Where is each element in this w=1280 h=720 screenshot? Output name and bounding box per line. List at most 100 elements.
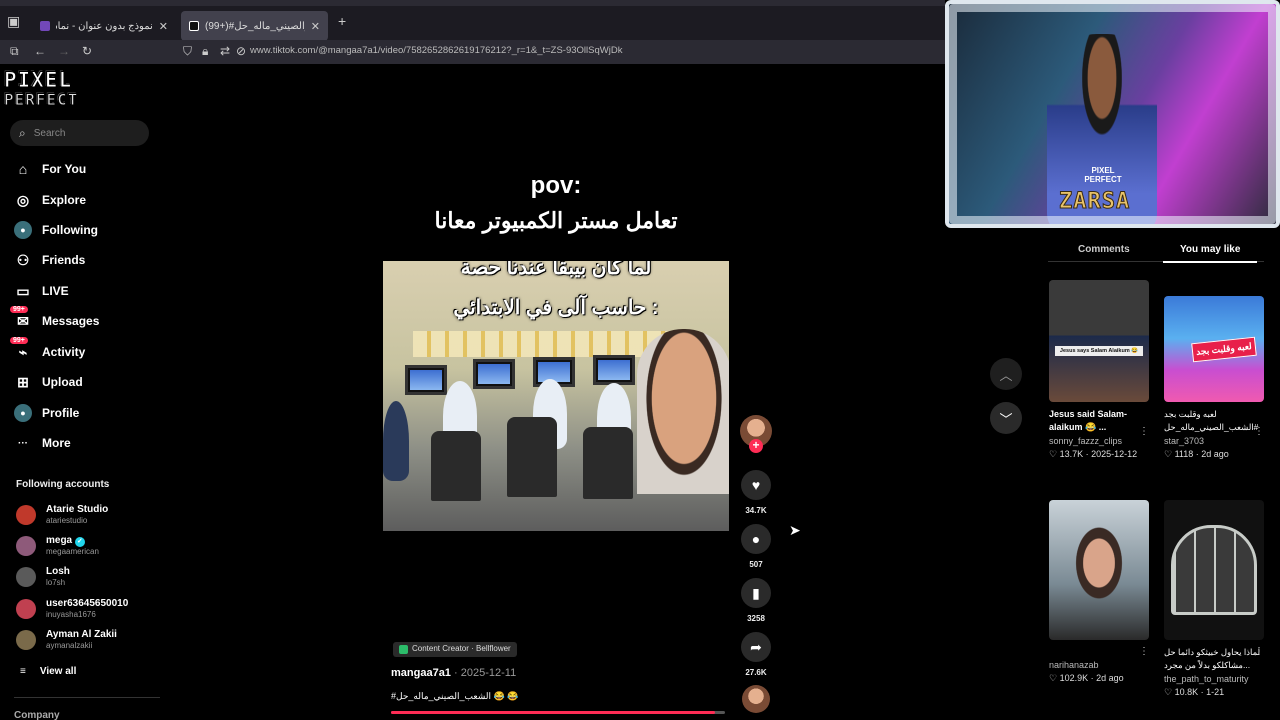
sidebar-item-more[interactable]: ··· More [14, 432, 71, 454]
logo-line-2: PERFECT [4, 90, 79, 110]
thumbnail-text: Jesus says Salam Alaikum 😂 [1055, 346, 1143, 356]
search-icon: ⌕ [19, 125, 26, 140]
comment-count: 507 [749, 560, 763, 569]
account-item[interactable]: user63645650010 inuyasha1676 [16, 598, 128, 620]
permissions-icon[interactable]: ⇄ [220, 44, 230, 58]
account-item[interactable]: Atarie Studio atariestudio [16, 504, 108, 526]
more-options-icon[interactable]: ⋮ [1254, 646, 1264, 657]
forward-icon[interactable]: → [58, 44, 70, 58]
more-options-icon[interactable]: ⋮ [1139, 646, 1149, 657]
sidebar-item-friends[interactable]: ⚇ Friends [14, 249, 86, 271]
card-title: Jesus said Salam-alaikum 😂 ... [1049, 409, 1128, 432]
recommended-video-card[interactable]: ⋮ narihanazab ♡ 102.9K · 2d ago [1049, 500, 1153, 684]
tab-comments[interactable]: Comments [1078, 244, 1130, 255]
recommended-video-card[interactable]: ⋮ لماذا يحاول خبيثكو دائما حل مشاكلكو بد… [1164, 500, 1268, 698]
card-likes: 1118 [1174, 449, 1194, 459]
sidebar-item-profile[interactable]: ● Profile [14, 402, 79, 424]
mouse-cursor-icon: ➤ [789, 522, 801, 538]
sidebar-item-following[interactable]: ● Following [14, 219, 98, 241]
creator-avatar-button[interactable]: + [739, 415, 773, 453]
sidebar-item-label: Explore [42, 193, 87, 207]
close-tab-icon[interactable]: ✕ [311, 20, 320, 33]
recommended-video-card[interactable]: Jesus says Salam Alaikum 😂 ⋮ Jesus said … [1049, 280, 1153, 460]
sidebar-item-label: Activity [42, 345, 86, 359]
bookmark-icon: ▮ [741, 578, 771, 608]
account-handle: atariestudio [46, 516, 88, 525]
account-item[interactable]: Ayman Al Zakii aymanalzakii [16, 629, 117, 651]
next-video-button[interactable]: ﹀ [990, 402, 1022, 434]
lock-icon[interactable]: 🔒︎ [202, 44, 208, 59]
content-creator-tag[interactable]: Content Creator · Bellflower [393, 642, 517, 657]
logo-line-1: PIXEL [4, 68, 73, 92]
post-date: 2025-12-11 [460, 667, 517, 679]
new-tab-icon[interactable]: + [338, 13, 346, 29]
account-handle: inuyasha1676 [46, 610, 96, 619]
sidebar-item-for-you[interactable]: ⌂ For You [14, 158, 86, 180]
sidebar-item-explore[interactable]: ◎ Explore [14, 189, 86, 211]
sidebar-item-label: Following [42, 223, 98, 237]
account-handle: megaamerican [46, 547, 99, 556]
tab-label: (99+)#الشعب_الصيني_ماله_حل [205, 20, 305, 32]
chair [431, 431, 481, 501]
friends-icon: ⚇ [16, 251, 30, 268]
address-bar[interactable]: www.tiktok.com/@mangaa7a1/video/75826528… [250, 45, 622, 56]
streamer-webcam: PIXEL PERFECT ZARSA [945, 0, 1280, 228]
card-date: 1-21 [1206, 687, 1225, 697]
more-options-icon[interactable]: ⋮ [1254, 426, 1264, 437]
account-item[interactable]: Losh lo7sh [16, 566, 70, 588]
share-button[interactable]: ➦ 27.6K [739, 632, 773, 677]
shield-icon[interactable]: ⛉ [183, 44, 192, 59]
view-all-button[interactable]: ≡ View all [20, 666, 76, 677]
comment-button[interactable]: ● 507 [739, 524, 773, 569]
upload-icon: ⊞ [17, 373, 29, 390]
tiktok-favicon-icon [189, 21, 199, 31]
card-date: 2025-12-12 [1091, 449, 1138, 459]
sidebar-toggle-icon[interactable]: ⧉ [10, 44, 19, 59]
account-handle: aymanalzakii [46, 641, 93, 650]
like-button[interactable]: ♥ 34.7K [739, 470, 773, 515]
profile-icon: ● [14, 404, 32, 422]
sidebar-item-upload[interactable]: ⊞ Upload [14, 371, 83, 393]
sound-avatar-button[interactable] [739, 685, 773, 713]
previous-video-button[interactable]: ︿ [990, 358, 1022, 390]
computer-monitor [405, 365, 447, 395]
video-progress-bar[interactable] [391, 711, 725, 714]
save-button[interactable]: ▮ 3258 [739, 578, 773, 623]
sidebar-item-messages[interactable]: ✉ 99+ Messages [10, 306, 100, 332]
company-heading[interactable]: Company [14, 710, 60, 720]
account-name: Losh [46, 566, 70, 577]
card-date: 2d ago [1201, 449, 1229, 459]
camera-off-icon[interactable]: ⊘ [236, 44, 246, 58]
thumbnail-text: لعبه وقلبت بجد [1191, 336, 1257, 363]
video-thumbnail: لعبه وقلبت بجد [1164, 296, 1264, 402]
more-options-icon[interactable]: ⋮ [1139, 426, 1149, 437]
video-author[interactable]: mangaa7a1 · 2025-12-11 [391, 667, 516, 679]
sidebar-item-live[interactable]: ▭ LIVE [14, 280, 68, 302]
reload-icon[interactable]: ↻ [82, 44, 92, 58]
sidebar-item-label: Messages [42, 314, 100, 328]
save-count: 3258 [747, 614, 765, 623]
back-icon[interactable]: ← [34, 44, 46, 58]
computer-monitor [593, 355, 635, 385]
browser-tab-tiktok[interactable]: (99+)#الشعب_الصيني_ماله_حل ✕ [181, 11, 328, 41]
pixel-perfect-logo[interactable]: PIXEL PERFECT [4, 68, 112, 114]
video-thumbnail [1049, 500, 1149, 640]
search-input[interactable]: ⌕ Search [10, 120, 149, 146]
chair [583, 427, 633, 499]
browser-tab-forms[interactable]: نموذج بدون عنوان - نماذج Google ✕ [32, 11, 176, 41]
video-hashtag-caption[interactable]: #الشعب_الصيني_ماله_حل 😂 😂 [391, 691, 518, 702]
recommended-video-card[interactable]: لعبه وقلبت بجد ⋮ لعبه وقلبت بجد #الشعب_ا… [1164, 280, 1268, 460]
sidebar-item-activity[interactable]: ⌁ 99+ Activity [10, 337, 86, 363]
video-player[interactable]: لما كان بيبقا عندنا حصة حاسب آلى في الاب… [383, 261, 729, 531]
video-overlay-title: pov: [530, 172, 582, 199]
follow-plus-icon[interactable]: + [749, 439, 763, 453]
sidebar-item-label: Upload [42, 375, 83, 389]
card-likes: 10.8K [1174, 687, 1199, 697]
close-tab-icon[interactable]: ✕ [159, 20, 168, 33]
tab-you-may-like[interactable]: You may like [1162, 244, 1258, 263]
chevron-up-icon: ︿ [999, 367, 1013, 383]
account-item[interactable]: mega ✓ megaamerican [16, 535, 99, 557]
tab-list-icon[interactable]: ▣ [7, 13, 20, 30]
card-user: the_path_to_maturity [1164, 674, 1249, 684]
list-icon: ≡ [20, 666, 26, 677]
